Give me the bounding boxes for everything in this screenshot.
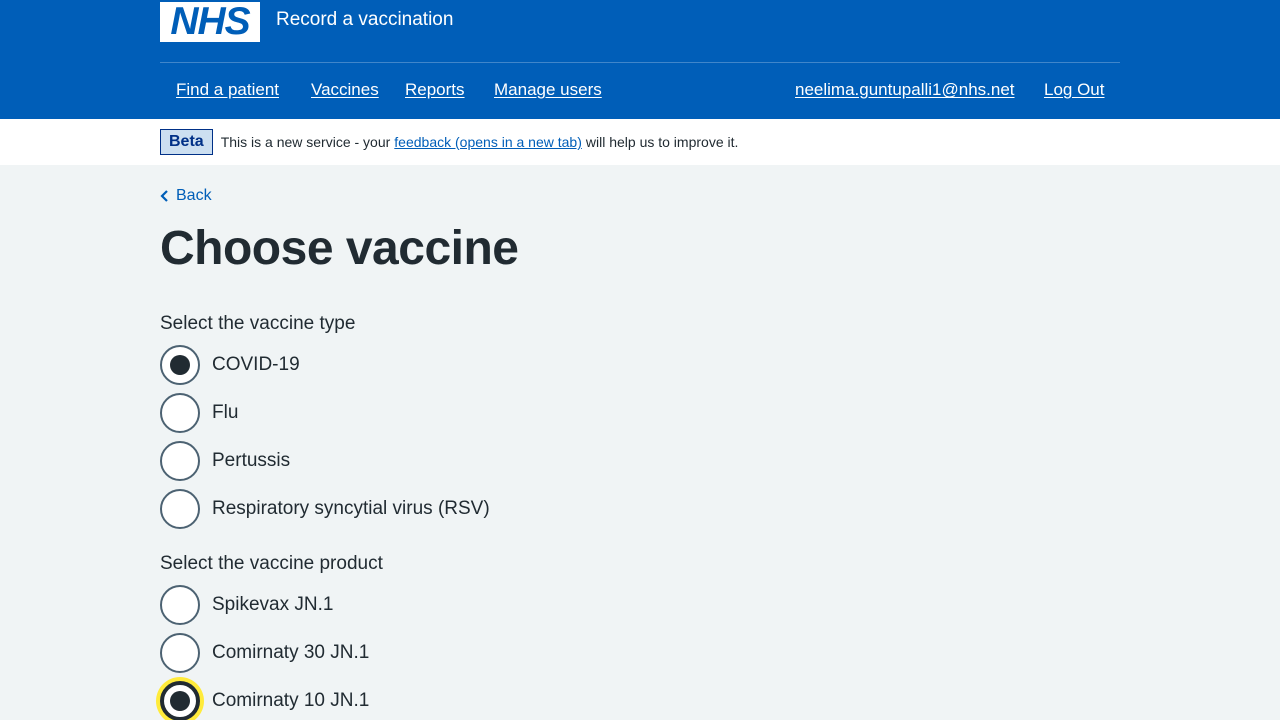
- nav-log-out[interactable]: Log Out: [1044, 78, 1105, 102]
- page-title: Choose vaccine: [160, 222, 519, 275]
- radio-button[interactable]: [160, 633, 200, 673]
- radio-label: Comirnaty 10 JN.1: [212, 690, 370, 711]
- nhs-logo-text: NHS: [170, 0, 250, 43]
- back-link[interactable]: Back: [160, 185, 212, 207]
- vaccine-type-legend: Select the vaccine type: [160, 313, 356, 334]
- nav-find-a-patient[interactable]: Find a patient: [176, 78, 279, 102]
- radio-label: Spikevax JN.1: [212, 594, 334, 615]
- service-name[interactable]: Record a vaccination: [276, 8, 453, 32]
- radio-button[interactable]: [160, 681, 200, 720]
- nav-reports[interactable]: Reports: [405, 78, 465, 102]
- radio-button[interactable]: [160, 441, 200, 481]
- vaccine-product-legend: Select the vaccine product: [160, 553, 383, 574]
- radio-button[interactable]: [160, 393, 200, 433]
- radio-button[interactable]: [160, 345, 200, 385]
- radio-covid-19[interactable]: COVID-19: [160, 345, 300, 385]
- radio-pertussis[interactable]: Pertussis: [160, 441, 290, 481]
- nav-manage-users[interactable]: Manage users: [494, 78, 602, 102]
- radio-label: COVID-19: [212, 354, 300, 375]
- beta-text-after: will help us to improve it.: [585, 134, 739, 150]
- chevron-left-icon: [160, 190, 168, 202]
- radio-comirnaty-10-jn1[interactable]: Comirnaty 10 JN.1: [160, 681, 369, 720]
- radio-label: Flu: [212, 402, 239, 423]
- radio-flu[interactable]: Flu: [160, 393, 238, 433]
- radio-spikevax-jn1[interactable]: Spikevax JN.1: [160, 585, 333, 625]
- nav-user-email[interactable]: neelima.guntupalli1@nhs.net: [795, 78, 1015, 102]
- site-header: NHS Record a vaccination Find a patient …: [0, 0, 1280, 119]
- feedback-link[interactable]: feedback (opens in a new tab): [394, 134, 582, 150]
- radio-rsv[interactable]: Respiratory syncytial virus (RSV): [160, 489, 490, 529]
- radio-comirnaty-30-jn1[interactable]: Comirnaty 30 JN.1: [160, 633, 369, 673]
- radio-label: Respiratory syncytial virus (RSV): [212, 498, 490, 519]
- primary-nav: Find a patient Vaccines Reports Manage u…: [160, 78, 1120, 102]
- back-label: Back: [176, 187, 212, 204]
- radio-label: Pertussis: [212, 450, 291, 471]
- beta-text-before: This is a new service - your: [220, 134, 391, 150]
- beta-tag: Beta: [160, 129, 213, 155]
- nav-divider: [160, 62, 1120, 63]
- radio-button[interactable]: [160, 585, 200, 625]
- beta-banner: Beta This is a new service - your feedba…: [0, 119, 1280, 165]
- nav-vaccines[interactable]: Vaccines: [311, 78, 379, 102]
- radio-label: Comirnaty 30 JN.1: [212, 642, 370, 663]
- nhs-logo[interactable]: NHS: [160, 2, 260, 42]
- radio-button[interactable]: [160, 489, 200, 529]
